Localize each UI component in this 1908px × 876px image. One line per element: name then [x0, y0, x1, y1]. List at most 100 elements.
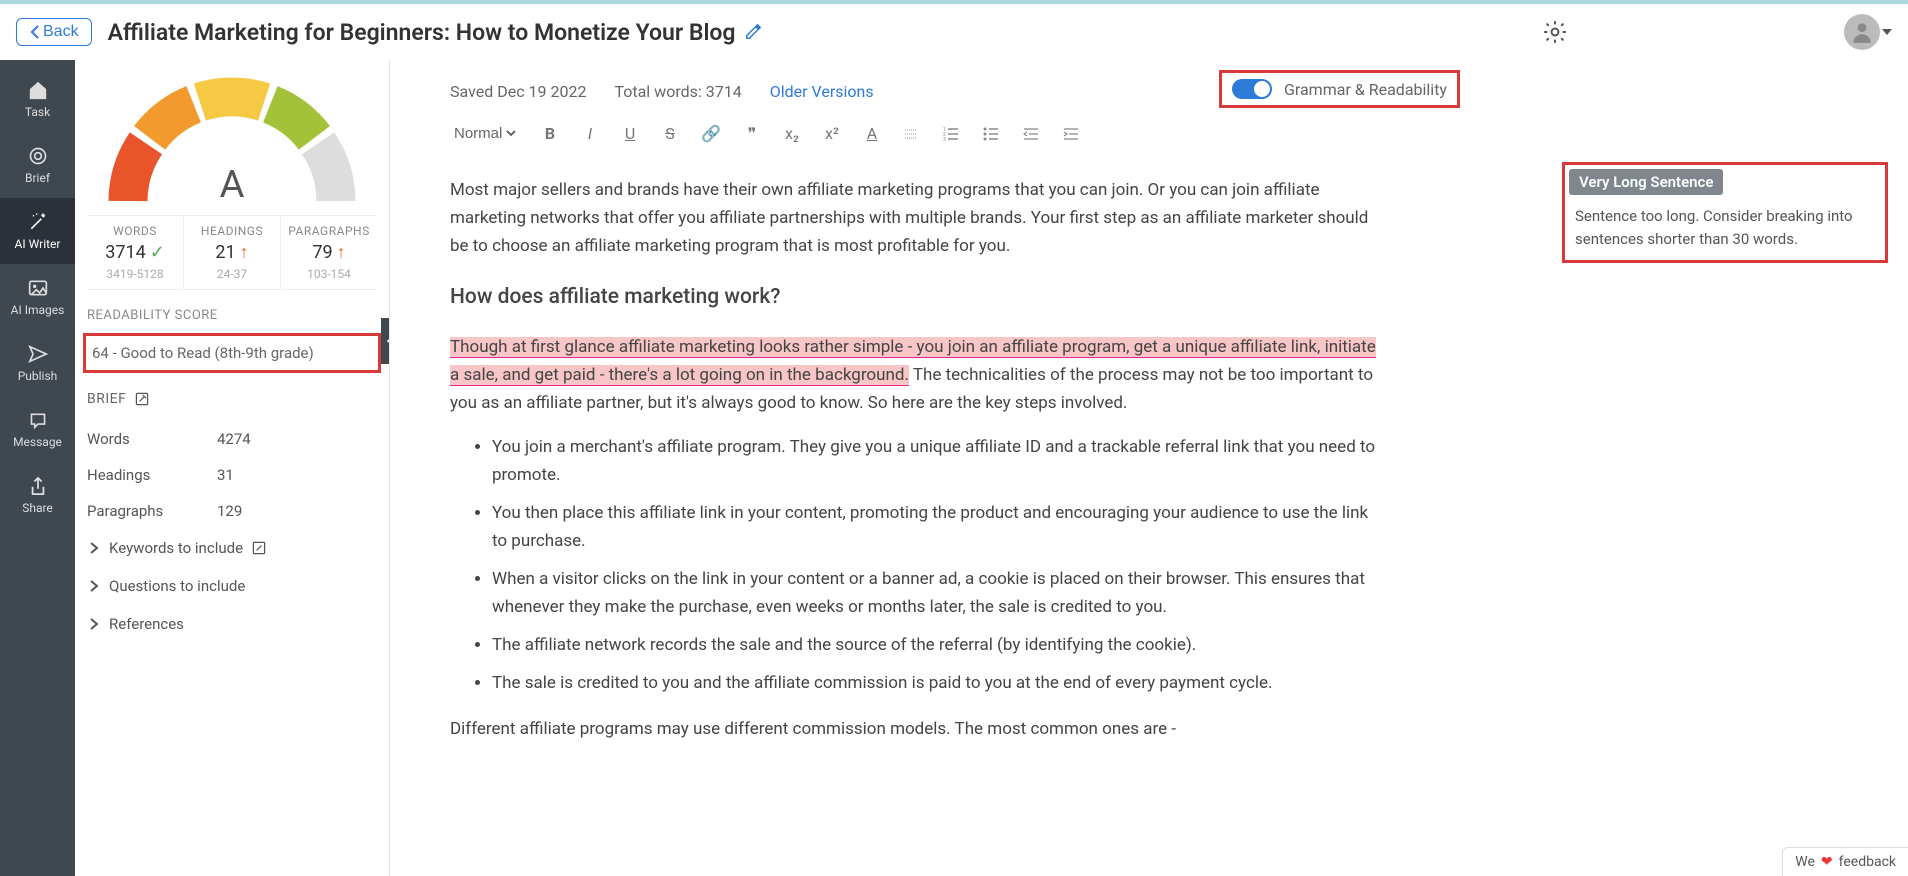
count-label: PARAGRAPHS [281, 224, 377, 238]
count-value: 3714 [105, 242, 145, 263]
readability-label: READABILITY SCORE [87, 308, 377, 323]
score-gauge: A [102, 70, 362, 215]
heart-icon: ❤ [1821, 854, 1833, 870]
indent-button[interactable] [1063, 127, 1081, 141]
clear-format-button[interactable] [903, 126, 921, 142]
sidebar-item-label: Share [22, 501, 53, 515]
list-item: You join a merchant's affiliate program.… [492, 433, 1378, 489]
grammar-label: Grammar & Readability [1284, 80, 1447, 99]
paragraph: Different affiliate programs may use dif… [450, 715, 1378, 743]
expander-label: Keywords to include [109, 539, 243, 557]
edit-title-icon[interactable] [744, 23, 762, 41]
edit-keywords-icon[interactable] [251, 540, 267, 556]
chevron-right-icon [87, 580, 101, 592]
feedback-button[interactable]: We ❤ feedback [1782, 847, 1908, 876]
sidebar-item-aiwriter[interactable]: AI Writer [0, 198, 75, 264]
count-headings: HEADINGS 21 ↑ 24-37 [183, 216, 280, 289]
outdent-button[interactable] [1023, 127, 1041, 141]
arrow-up-icon: ↑ [337, 242, 346, 263]
chevron-right-icon [87, 542, 101, 554]
sidebar-item-aiimages[interactable]: AI Images [0, 264, 75, 330]
share-icon [27, 475, 49, 497]
feedback-pre: We [1795, 854, 1815, 870]
sidebar-item-label: Task [25, 105, 50, 119]
count-words: WORDS 3714 ✓ 3419-5128 [87, 216, 183, 289]
sidebar-item-brief[interactable]: Brief [0, 132, 75, 198]
grammar-tooltip: Very Long Sentence Sentence too long. Co… [1562, 162, 1888, 263]
underline-button[interactable]: U [621, 124, 639, 143]
bold-button[interactable]: B [541, 124, 559, 143]
bullet-list-button[interactable] [983, 127, 1001, 141]
quote-button[interactable]: ❞ [743, 124, 761, 143]
brief-key: Paragraphs [87, 502, 217, 520]
sidebar-item-label: AI Writer [15, 237, 61, 251]
score-grade: A [220, 163, 245, 207]
count-range: 3419-5128 [87, 267, 183, 281]
brief-header: BRIEF [87, 391, 377, 407]
expander-references[interactable]: References [87, 605, 377, 643]
brief-val: 31 [217, 466, 234, 484]
format-select[interactable]: Normal [450, 124, 519, 143]
heading: How does affiliate marketing work? [450, 280, 1378, 315]
arrow-up-icon: ↑ [240, 242, 249, 263]
brief-row-headings: Headings31 [87, 457, 377, 493]
settings-icon[interactable] [1542, 19, 1568, 45]
brief-key: Words [87, 430, 217, 448]
image-icon [27, 277, 49, 299]
count-value: 21 [215, 242, 235, 263]
collapse-panel-button[interactable] [381, 318, 390, 364]
sidebar-item-label: AI Images [11, 303, 65, 317]
chevron-left-icon [29, 25, 41, 39]
home-icon [27, 79, 49, 101]
brief-val: 129 [217, 502, 242, 520]
grammar-toggle-group: Grammar & Readability [1219, 70, 1460, 108]
sidebar-item-share[interactable]: Share [0, 462, 75, 528]
tooltip-body: Sentence too long. Consider breaking int… [1565, 205, 1885, 250]
count-label: WORDS [87, 224, 183, 238]
sidebar-item-task[interactable]: Task [0, 66, 75, 132]
expander-questions[interactable]: Questions to include [87, 567, 377, 605]
readability-text: 64 - Good to Read (8th-9th grade) [92, 344, 372, 362]
sidebar-item-message[interactable]: Message [0, 396, 75, 462]
italic-button[interactable]: I [581, 124, 599, 143]
sidebar-item-label: Brief [25, 171, 50, 185]
edit-brief-icon[interactable] [134, 391, 150, 407]
chat-icon [27, 409, 49, 431]
sidebar-item-label: Message [13, 435, 62, 449]
list-item: You then place this affiliate link in yo… [492, 499, 1378, 555]
page-title-text: Affiliate Marketing for Beginners: How t… [108, 19, 736, 46]
sidebar-nav: Task Brief AI Writer AI Images Publish M… [0, 60, 75, 876]
topbar: Back Affiliate Marketing for Beginners: … [0, 0, 1908, 60]
user-menu[interactable] [1844, 14, 1892, 50]
target-icon [27, 145, 49, 167]
count-paragraphs: PARAGRAPHS 79 ↑ 103-154 [280, 216, 377, 289]
superscript-button[interactable]: x² [823, 124, 841, 143]
brief-val: 4274 [217, 430, 251, 448]
count-value: 79 [312, 242, 332, 263]
older-versions-link[interactable]: Older Versions [770, 82, 874, 101]
readability-score-box: 64 - Good to Read (8th-9th grade) [83, 333, 381, 373]
text-color-button[interactable]: A [863, 124, 881, 143]
brief-row-words: Words4274 [87, 421, 377, 457]
list-item: The affiliate network records the sale a… [492, 631, 1378, 659]
svg-text:3: 3 [943, 137, 946, 141]
subscript-button[interactable]: x₂ [783, 124, 801, 143]
sidebar-item-publish[interactable]: Publish [0, 330, 75, 396]
total-words: Total words: 3714 [614, 82, 741, 101]
expander-label: Questions to include [109, 577, 245, 595]
back-button[interactable]: Back [16, 18, 92, 46]
editor-statusbar: Saved Dec 19 2022 Total words: 3714 Olde… [450, 60, 1848, 116]
stats-panel: A WORDS 3714 ✓ 3419-5128 HEADINGS 21 ↑ 2… [75, 60, 390, 876]
caret-down-icon [1882, 29, 1892, 35]
chevron-right-icon [87, 618, 101, 630]
editor-area: Saved Dec 19 2022 Total words: 3714 Olde… [390, 60, 1908, 876]
expander-keywords[interactable]: Keywords to include [87, 529, 377, 567]
sidebar-item-label: Publish [18, 369, 58, 383]
strike-button[interactable]: S [661, 124, 679, 143]
avatar-icon [1844, 14, 1880, 50]
grammar-toggle[interactable] [1232, 79, 1272, 99]
link-button[interactable]: 🔗 [701, 124, 721, 143]
ordered-list-button[interactable]: 123 [943, 127, 961, 141]
count-label: HEADINGS [184, 224, 280, 238]
counts-row: WORDS 3714 ✓ 3419-5128 HEADINGS 21 ↑ 24-… [87, 215, 377, 290]
